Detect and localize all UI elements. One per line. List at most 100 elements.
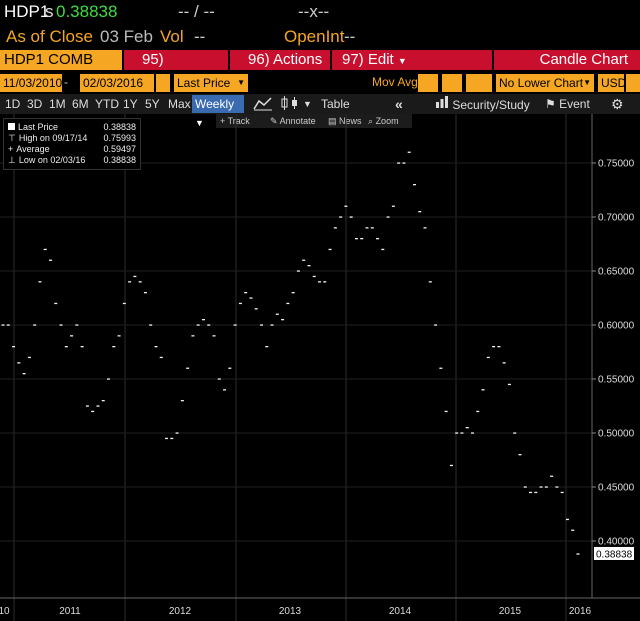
- start-date-input[interactable]: 11/03/2010: [0, 74, 62, 92]
- price-point: [465, 427, 469, 429]
- range-tab-1y[interactable]: 1Y: [120, 95, 141, 113]
- chevron-down-icon[interactable]: ▼: [300, 95, 315, 113]
- mov-avg-input-3[interactable]: [466, 74, 492, 92]
- price-point: [412, 184, 416, 186]
- price-point: [275, 313, 279, 315]
- end-date-input[interactable]: 02/03/2016: [80, 74, 154, 92]
- legend-last: Last Price: [8, 122, 58, 133]
- compare-button[interactable]: 95) Compare: [124, 50, 228, 88]
- legend-last-label: Last Price: [18, 122, 59, 132]
- gear-icon[interactable]: ⚙: [608, 95, 627, 113]
- high-marker-icon: ⊤: [8, 133, 16, 143]
- range-tab-1m[interactable]: 1M: [46, 95, 69, 113]
- date-separator: -: [64, 75, 68, 89]
- range-tab-6m[interactable]: 6M: [69, 95, 92, 113]
- period-select[interactable]: Weekly ▼: [192, 95, 244, 128]
- price-point: [6, 324, 10, 326]
- price-point: [117, 335, 121, 337]
- price-point: [339, 216, 343, 218]
- price-point: [360, 238, 364, 240]
- price-point: [48, 259, 52, 261]
- last-price: 0.38838: [56, 2, 118, 21]
- mov-avg-input-1[interactable]: [418, 74, 438, 92]
- currency-dropdown-icon[interactable]: [626, 74, 640, 92]
- range-tab-max[interactable]: Max: [165, 95, 194, 113]
- price-point: [344, 205, 348, 207]
- price-field-select[interactable]: Last Price ▼: [174, 74, 248, 92]
- price-point: [201, 319, 205, 321]
- price-point: [555, 486, 559, 488]
- price-point: [470, 432, 474, 434]
- y-tick-label: 0.70000: [598, 213, 635, 224]
- legend-low-label: Low on 02/03/16: [18, 155, 86, 165]
- legend-high-label: High on 09/17/14: [18, 133, 88, 143]
- price-point: [54, 302, 58, 305]
- range-tab-5y[interactable]: 5Y: [142, 95, 163, 113]
- price-point: [180, 400, 184, 402]
- price-point: [523, 486, 527, 488]
- chart-type[interactable]: Candle Chart: [494, 50, 640, 70]
- table-button[interactable]: Table: [318, 95, 353, 113]
- price-point: [492, 346, 496, 348]
- edit-label: 97) Edit: [342, 51, 394, 68]
- price-point: [539, 486, 543, 488]
- y-tick-label: 0.65000: [598, 267, 635, 278]
- edit-menu[interactable]: 97) Edit ▼: [332, 50, 492, 70]
- price-chart[interactable]: 0.40000 0.45000 0.50000 0.55000 0.60000 0.650…: [0, 114, 640, 621]
- vol-label: Vol: [160, 27, 184, 46]
- price-point: [259, 324, 263, 326]
- range-tab-3d[interactable]: 3D: [24, 95, 45, 113]
- price-point: [455, 432, 459, 434]
- collapse-icon[interactable]: «: [392, 95, 406, 113]
- price-point: [444, 410, 448, 413]
- event-button[interactable]: ⚑ Event: [542, 95, 593, 113]
- price-point: [423, 227, 427, 229]
- price-point: [560, 491, 564, 494]
- security-field[interactable]: HDP1 COMB Comdty: [0, 50, 122, 88]
- legend-avg-value: 0.59497: [103, 144, 136, 154]
- price-point: [70, 335, 74, 337]
- price-point: [497, 346, 501, 348]
- price-point: [91, 410, 95, 413]
- price-prefix: s: [45, 2, 54, 21]
- legend-avg-label: Average: [16, 144, 50, 154]
- price-point: [1, 324, 5, 326]
- price-point: [122, 302, 126, 305]
- price-point: [312, 275, 316, 278]
- price-point: [165, 437, 169, 440]
- legend-last-value: 0.38838: [103, 122, 136, 132]
- mov-avg-input-2[interactable]: [442, 74, 462, 92]
- as-of-label: As of Close: [6, 27, 93, 46]
- y-tick-label: 0.55000: [598, 375, 635, 386]
- x-tick-label: 2014: [389, 606, 412, 617]
- actions-menu[interactable]: 96) Actions ▼: [230, 50, 330, 86]
- legend-avg: + Average: [8, 144, 50, 155]
- price-point: [265, 346, 269, 348]
- chart-legend: Last Price 0.38838 ⊤ High on 09/17/14 0.7…: [3, 118, 141, 170]
- range-tab-1d[interactable]: 1D: [2, 95, 23, 113]
- price-point: [381, 248, 385, 251]
- price-point: [349, 216, 353, 218]
- price-point: [80, 346, 84, 348]
- range-toolbar: 1D 3D 1M 6M YTD 1Y 5Y Max Weekly ▼ ▼ Tab…: [0, 94, 640, 128]
- price-point: [128, 281, 132, 283]
- vol-value: --: [194, 27, 206, 46]
- y-tick-label: 0.40000: [598, 537, 635, 548]
- price-point: [249, 297, 253, 299]
- lower-chart-select[interactable]: No Lower Chart ▼: [496, 74, 594, 92]
- calendar-icon[interactable]: [156, 74, 170, 92]
- price-point: [38, 281, 42, 283]
- line-chart-icon[interactable]: [250, 95, 276, 113]
- y-tick-label: 0.45000: [598, 483, 635, 494]
- price-point: [207, 324, 211, 326]
- price-point: [149, 324, 153, 326]
- security-study-button[interactable]: Security/Study: [432, 95, 533, 113]
- range-tab-ytd[interactable]: YTD: [92, 95, 122, 113]
- price-point: [434, 324, 438, 326]
- price-point: [550, 475, 554, 477]
- x-tick-label: 2013: [279, 606, 302, 617]
- period-label: Weekly: [195, 97, 235, 111]
- price-point: [59, 324, 63, 326]
- price-point: [75, 324, 79, 326]
- currency-select[interactable]: USD: [598, 74, 626, 92]
